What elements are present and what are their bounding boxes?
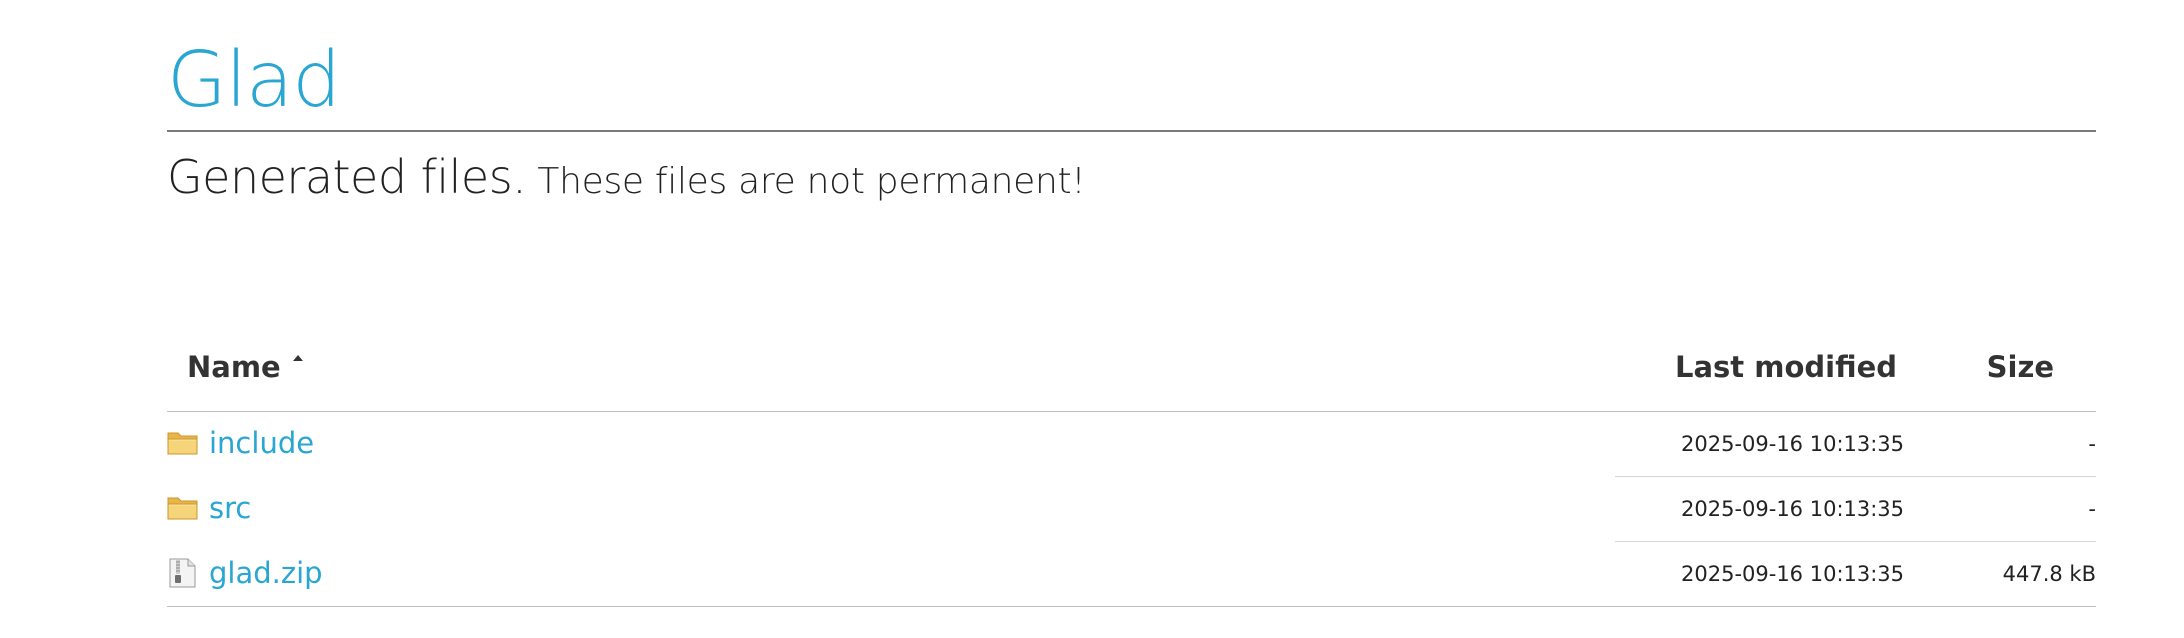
column-header-size[interactable]: Size bbox=[1987, 350, 2054, 384]
file-size: 447.8 kB bbox=[2002, 562, 2096, 586]
column-header-name[interactable]: Name bbox=[187, 350, 303, 384]
file-link[interactable]: include bbox=[209, 426, 314, 460]
folder-icon[interactable] bbox=[167, 428, 199, 458]
table-row: glad.zip 2025-09-16 10:13:35 447.8 kB bbox=[167, 542, 2096, 607]
title-divider bbox=[167, 130, 2096, 132]
zip-file-icon[interactable] bbox=[167, 558, 199, 588]
table-row: include 2025-09-16 10:13:35 - bbox=[167, 412, 2096, 477]
folder-icon[interactable] bbox=[167, 493, 199, 523]
table-row: src 2025-09-16 10:13:35 - bbox=[167, 477, 2096, 542]
column-header-last-modified[interactable]: Last modified bbox=[1675, 350, 1897, 384]
subtitle-main: Generated files. bbox=[167, 150, 527, 204]
file-last-modified: 2025-09-16 10:13:35 bbox=[1681, 432, 1905, 456]
page-title: Glad bbox=[167, 36, 341, 125]
column-header-name-label: Name bbox=[187, 350, 281, 384]
file-listing-table: Name Last modified Size include 2025-09-… bbox=[167, 330, 2096, 607]
page-subtitle: Generated files. These files are not per… bbox=[167, 150, 1086, 204]
table-header: Name Last modified Size bbox=[167, 330, 2096, 412]
row-divider bbox=[167, 606, 2096, 607]
file-last-modified: 2025-09-16 10:13:35 bbox=[1681, 497, 1905, 521]
file-size: - bbox=[2088, 432, 2096, 456]
file-last-modified: 2025-09-16 10:13:35 bbox=[1681, 562, 1905, 586]
file-link[interactable]: glad.zip bbox=[209, 556, 323, 590]
sort-ascending-icon bbox=[292, 355, 303, 361]
file-size: - bbox=[2088, 497, 2096, 521]
file-link[interactable]: src bbox=[209, 491, 251, 525]
subtitle-note: These files are not permanent! bbox=[537, 161, 1086, 202]
